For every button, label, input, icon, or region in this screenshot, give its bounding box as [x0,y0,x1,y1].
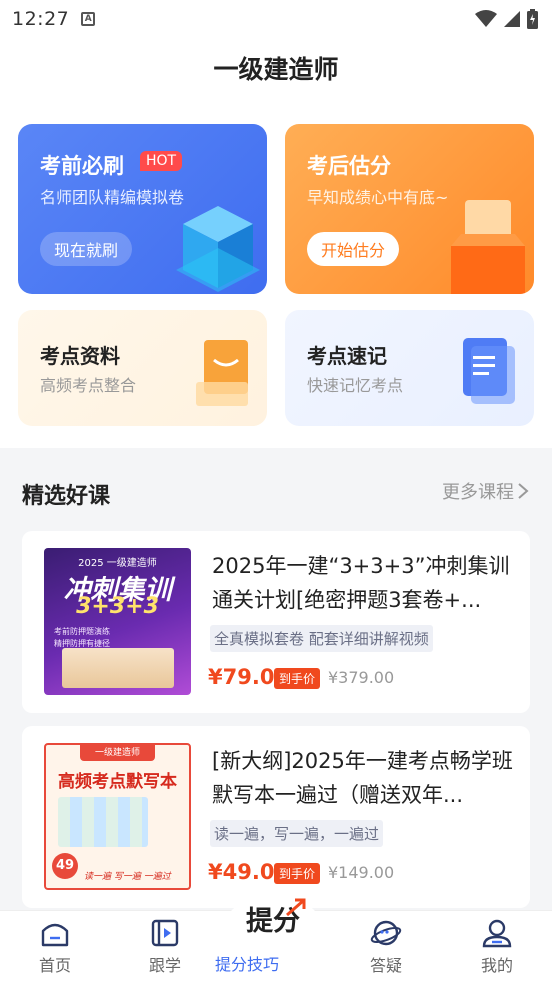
course-price: ¥79.0 [208,665,275,689]
original-price: ¥149.00 [328,863,395,882]
study-materials-subtitle: 高频考点整合 [40,376,137,395]
arrow-up-icon [286,898,306,917]
chevron-right-icon [518,483,529,499]
featured-courses-header: 精选好课 更多课程 [0,448,552,530]
study-materials-card[interactable]: 考点资料 高频考点整合 [18,310,267,426]
thumb-line1: 考前防押题演练 [54,627,110,636]
tab-label: 答疑 [369,956,402,975]
course-title: [新大纲]2025年一建考点畅学班默写本一遍过（赠送双年... [212,749,513,807]
tab-label: 跟学 [148,956,181,975]
more-courses-link[interactable]: 更多课程 [442,478,530,504]
quick-memory-title: 考点速记 [307,344,387,368]
start-estimate-button[interactable]: 开始估分 [307,232,400,266]
home-icon [41,923,69,947]
notification-a-icon: A [81,12,96,26]
score-estimate-card[interactable]: 考后估分 早知成绩心中有底~ 开始估分 [285,124,534,294]
course-tag: 全真模拟套卷 配套详细讲解视频 [210,625,433,652]
course-tag: 读一遍，写一遍，一遍过 [210,820,384,847]
wifi-icon [475,10,497,27]
tab-label: 首页 [38,956,71,975]
thumb-books-image [62,648,174,688]
tab-follow-study[interactable]: 跟学 [110,911,220,983]
original-price: ¥379.00 [328,668,395,687]
tab-label: 我的 [480,956,513,975]
course-thumbnail: 2025 一级建造师 冲刺集训 3+3+3 考前防押题演练 精押防押有捷径 [44,548,191,695]
course-card[interactable]: 一级建造师 高频考点默写本 49 读一遍 写一遍 一遍过 [新大纲]2025年一… [22,726,530,908]
bottom-tab-bar: 首页 跟学 提分 提分技巧 答疑 我的 [0,893,552,983]
mock-exam-subtitle: 名师团队精编模拟卷 [40,188,185,207]
status-icons [475,9,538,29]
thumb-top-banner: 一级建造师 [80,745,155,761]
thumb-books-image [58,797,148,847]
score-estimate-subtitle: 早知成绩心中有底~ [307,188,449,207]
thumb-big-text: 高频考点默写本 [58,772,177,792]
course-price: ¥49.0 [208,860,275,884]
final-price-badge: 到手价 [274,863,321,884]
document-icon [463,338,515,404]
thumb-top-text: 2025 一级建造师 [78,558,157,569]
user-icon [482,919,512,948]
tab-score-tips[interactable]: 提分 提分技巧 [215,893,331,983]
study-materials-title: 考点资料 [40,344,120,368]
score-estimate-title: 考后估分 [307,154,391,178]
course-title: 2025年一建“3+3+3”冲刺集训通关计划[绝密押题3套卷+... [212,554,510,612]
scroll-box-icon [451,200,525,294]
thumb-price-badge: 49 [52,853,78,879]
top-panel: 一级建造师 考前必刷 HOT 名师团队精编模拟卷 现在就刷 考后估分 早知成绩心… [0,38,552,448]
course-thumbnail: 一级建造师 高频考点默写本 49 读一遍 写一遍 一遍过 [44,743,191,890]
thumb-footer: 读一遍 写一遍 一遍过 [84,872,171,882]
score-up-icon: 提分 [246,906,300,937]
tab-mine[interactable]: 我的 [442,911,552,983]
quick-memory-card[interactable]: 考点速记 快速记忆考点 [285,310,534,426]
mock-exam-title: 考前必刷 [40,154,124,178]
planet-chat-icon [370,920,402,946]
start-practice-button[interactable]: 现在就刷 [40,232,133,266]
hot-badge: HOT [140,151,183,171]
course-card[interactable]: 2025 一级建造师 冲刺集训 3+3+3 考前防押题演练 精押防押有捷径 20… [22,531,530,713]
mock-exam-card[interactable]: 考前必刷 HOT 名师团队精编模拟卷 现在就刷 [18,124,267,294]
signal-icon [504,11,520,27]
tab-label: 提分技巧 [215,955,280,974]
page-title: 一级建造师 [213,55,339,84]
battery-icon [527,9,538,29]
quick-memory-subtitle: 快速记忆考点 [307,376,404,395]
play-book-icon [151,919,179,947]
more-courses-label: 更多课程 [442,482,514,503]
status-bar: 12:27 A [0,0,552,38]
status-time: 12:27 [12,8,70,30]
folder-icon [196,340,248,406]
tab-home[interactable]: 首页 [0,911,110,983]
tab-qa[interactable]: 答疑 [331,911,441,983]
final-price-badge: 到手价 [274,668,321,689]
cube-stack-icon [176,206,260,292]
thumb-big-number: 3+3+3 [76,594,159,619]
section-title: 精选好课 [22,484,111,509]
